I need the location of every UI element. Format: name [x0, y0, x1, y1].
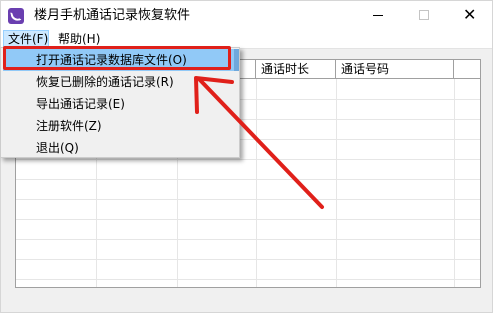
annotation-highlight-box — [3, 46, 231, 70]
phone-app-icon — [8, 8, 24, 24]
menu-hover-strip — [234, 49, 239, 71]
grid-line — [16, 199, 480, 200]
column-header-duration[interactable]: 通话时长 — [256, 60, 336, 79]
grid-line — [16, 279, 480, 280]
grid-line — [16, 259, 480, 260]
column-header-number[interactable]: 通话号码 — [336, 60, 454, 79]
grid-line — [256, 79, 257, 287]
minimize-icon — [373, 15, 383, 16]
window-title: 楼月手机通话记录恢复软件 — [34, 8, 191, 23]
status-strip — [1, 300, 492, 312]
menu-item-register[interactable]: 注册软件(Z) — [3, 115, 237, 137]
menu-item-exit[interactable]: 退出(Q) — [3, 137, 237, 159]
close-button[interactable]: ✕ — [446, 1, 492, 30]
grid-line — [16, 179, 480, 180]
grid-line — [454, 79, 455, 287]
close-icon: ✕ — [463, 5, 477, 24]
grid-line — [16, 219, 480, 220]
grid-line — [16, 239, 480, 240]
grid-line — [16, 159, 480, 160]
grid-line — [336, 79, 337, 287]
menu-item-export[interactable]: 导出通话记录(E) — [3, 93, 237, 115]
menu-item-recover-deleted[interactable]: 恢复已删除的通话记录(R) — [3, 71, 237, 93]
minimize-button[interactable] — [355, 1, 401, 30]
maximize-button[interactable] — [401, 1, 447, 30]
title-bar[interactable]: 楼月手机通话记录恢复软件 ✕ — [1, 1, 492, 30]
maximize-icon — [419, 10, 429, 20]
